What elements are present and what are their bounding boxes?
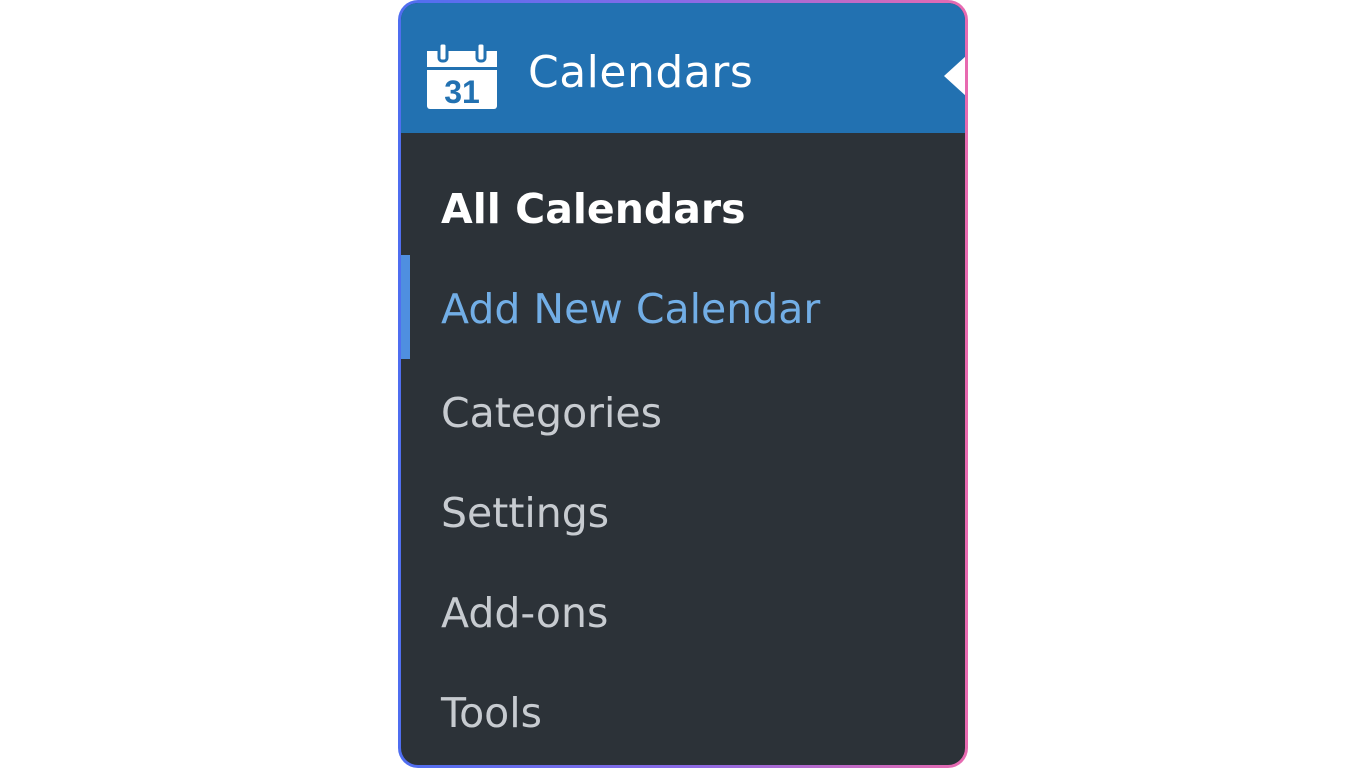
submenu-item-tools[interactable]: Tools (401, 677, 965, 757)
menu-frame: 31 Calendars All Calendars Add New Calen… (398, 0, 968, 768)
menu-title: Calendars (528, 47, 754, 98)
current-menu-indicator (944, 56, 965, 96)
submenu-item-label: All Calendars (441, 185, 746, 233)
calendar-icon: 31 (427, 41, 497, 110)
submenu-item-add-ons[interactable]: Add-ons (401, 577, 965, 657)
submenu-item-add-new-calendar[interactable]: Add New Calendar (401, 273, 965, 353)
menu-item-calendars[interactable]: 31 Calendars (401, 3, 965, 133)
submenu: All Calendars Add New Calendar Categorie… (401, 133, 965, 765)
calendar-icon-day: 31 (444, 74, 480, 110)
admin-menu-panel: 31 Calendars All Calendars Add New Calen… (401, 3, 965, 765)
submenu-item-label: Add-ons (441, 589, 609, 637)
submenu-item-settings[interactable]: Settings (401, 477, 965, 557)
submenu-item-label: Categories (441, 389, 662, 437)
submenu-item-label: Settings (441, 489, 610, 537)
submenu-item-all-calendars[interactable]: All Calendars (401, 173, 965, 253)
submenu-item-label: Tools (441, 689, 542, 737)
submenu-item-label: Add New Calendar (441, 285, 821, 333)
submenu-item-categories[interactable]: Categories (401, 377, 965, 457)
